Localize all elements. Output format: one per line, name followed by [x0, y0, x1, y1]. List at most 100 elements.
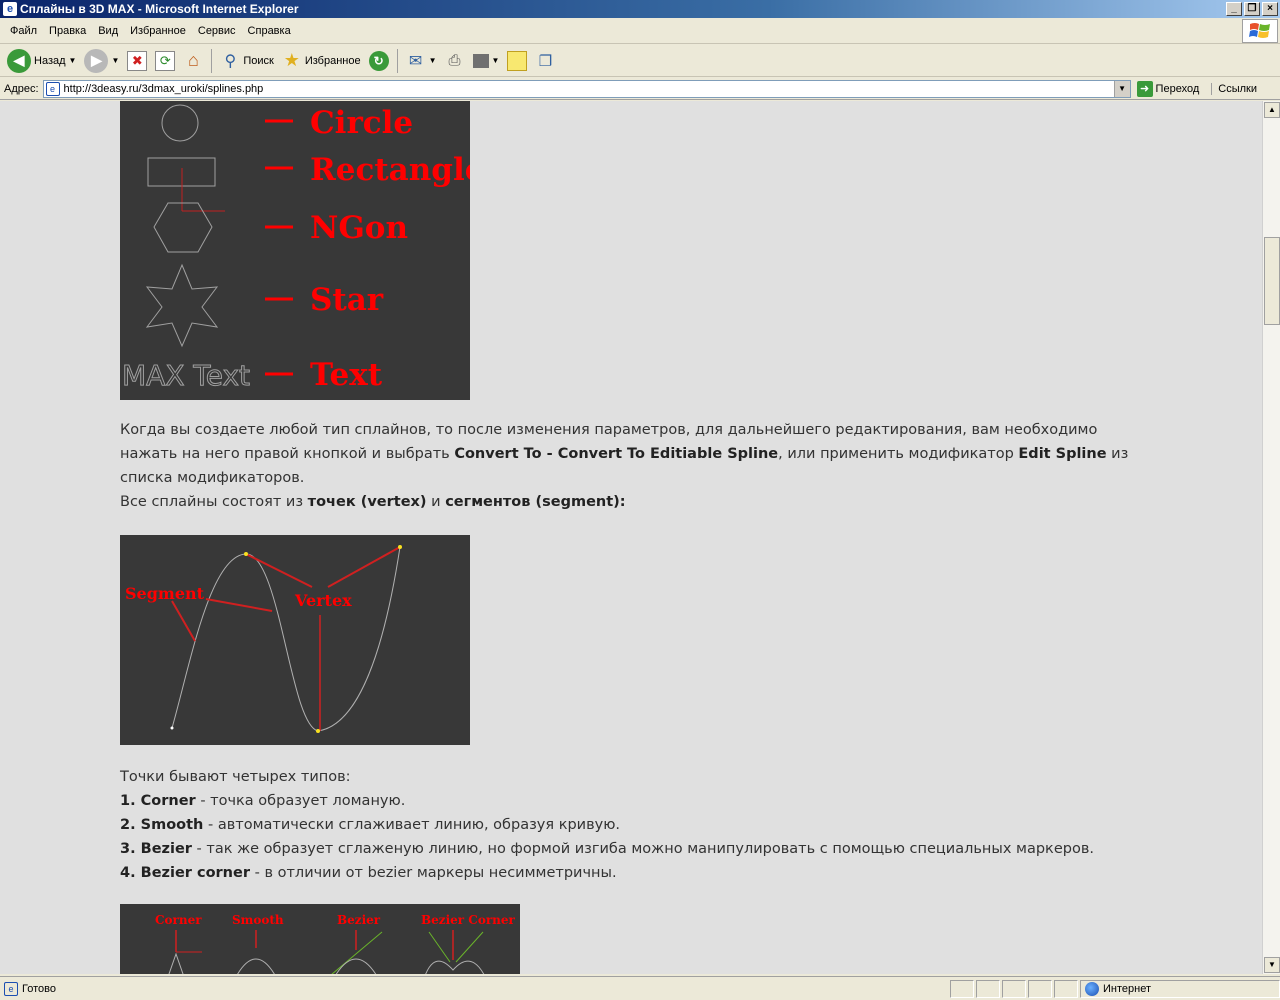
vertex-segment-figure: Segment Vertex — [120, 535, 470, 745]
menu-help[interactable]: Справка — [242, 25, 297, 37]
label-ngon: NGon — [310, 210, 408, 246]
forward-button[interactable]: ▶ ▼ — [81, 47, 122, 75]
window-controls: _ ❐ × — [1226, 2, 1278, 16]
label-circle: Circle — [310, 105, 413, 141]
back-arrow-icon: ◀ — [7, 48, 31, 73]
home-icon: ⌂ — [187, 50, 199, 70]
type-desc: - так же образует сглаженую линию, но фо… — [191, 841, 1094, 857]
menu-edit[interactable]: Правка — [43, 25, 92, 37]
label-star: Star — [310, 282, 384, 318]
menu-bar: Файл Правка Вид Избранное Сервис Справка — [0, 18, 1280, 44]
window-title: Сплайны в 3D MAX - Microsoft Internet Ex… — [20, 2, 299, 16]
vertex-types-figure: Corner Smooth Bezier Bezier Corner — [120, 904, 520, 974]
globe-icon — [1085, 981, 1099, 996]
favorites-button[interactable]: ★ Избранное — [279, 47, 364, 75]
type-desc: - точка образует ломаную. — [195, 793, 406, 809]
type-name: 2. Smooth — [120, 817, 204, 833]
history-icon: ↻ — [368, 50, 389, 71]
page-icon: e — [4, 981, 18, 996]
menu-file[interactable]: Файл — [4, 25, 43, 37]
go-arrow-icon: ➜ — [1136, 80, 1153, 97]
status-text: Готово — [22, 982, 56, 995]
address-label: Адрес: — [4, 82, 39, 95]
label-rectangle: Rectangle — [310, 152, 470, 188]
history-button[interactable]: ↻ — [366, 47, 392, 75]
close-button[interactable]: × — [1262, 2, 1278, 16]
discuss-button[interactable] — [504, 47, 530, 75]
text-fragment: и — [426, 494, 446, 510]
menu-tools[interactable]: Сервис — [192, 25, 242, 37]
toolbar: ◀ Назад ▼ ▶ ▼ ✖ ⟳ ⌂ ⚲ Поиск ★ Избранное … — [0, 45, 1280, 77]
title-bar: e Сплайны в 3D MAX - Microsoft Internet … — [0, 0, 1280, 18]
max-text-sample: MAX Text — [122, 359, 250, 392]
status-bar: e Готово Интернет — [0, 976, 1280, 1000]
vertex-types-intro: Точки бывают четырех типов: — [120, 769, 351, 785]
research-button[interactable]: ❐ — [532, 47, 558, 75]
refresh-icon: ⟳ — [155, 50, 176, 71]
type-name: 1. Corner — [120, 793, 196, 809]
back-button[interactable]: ◀ Назад ▼ — [4, 47, 79, 75]
toolbar-separator — [396, 48, 398, 73]
go-label: Переход — [1155, 82, 1200, 95]
search-button[interactable]: ⚲ Поиск — [217, 47, 276, 75]
text-fragment: , или применить модификатор — [778, 446, 1019, 462]
status-cell — [1002, 979, 1026, 998]
home-button[interactable]: ⌂ — [180, 47, 206, 75]
scroll-up-icon[interactable]: ▲ — [1264, 102, 1280, 118]
maximize-button[interactable]: ❐ — [1244, 2, 1260, 16]
scroll-down-icon[interactable]: ▼ — [1264, 957, 1280, 973]
status-cell — [1054, 979, 1078, 998]
vertex-type-bezier-corner: 4. Bezier corner - в отличии от bezier м… — [120, 861, 1130, 885]
back-label: Назад — [34, 54, 66, 67]
corner-label: Corner — [155, 913, 202, 927]
address-dropdown-icon[interactable]: ▼ — [1113, 80, 1130, 97]
stop-button[interactable]: ✖ — [124, 47, 150, 75]
edit-icon — [472, 53, 489, 68]
windows-logo-icon — [1242, 19, 1278, 43]
dropdown-arrow-icon[interactable]: ▼ — [492, 56, 500, 65]
dropdown-arrow-icon[interactable]: ▼ — [69, 56, 77, 65]
address-input[interactable] — [63, 82, 1114, 95]
minimize-button[interactable]: _ — [1226, 2, 1242, 16]
edit-spline-emphasis: Edit Spline — [1018, 446, 1107, 462]
segment-emphasis: сегментов (segment): — [445, 494, 626, 510]
vertical-scrollbar[interactable]: ▲ ▼ — [1262, 101, 1280, 974]
type-name: 3. Bezier — [120, 841, 192, 857]
vertex-types-drawing: Corner Smooth Bezier Bezier Corner — [155, 913, 516, 974]
mail-button[interactable]: ✉ ▼ — [403, 47, 440, 75]
scroll-thumb[interactable] — [1264, 237, 1280, 325]
dropdown-arrow-icon[interactable]: ▼ — [429, 56, 437, 65]
menu-view[interactable]: Вид — [92, 25, 124, 37]
dropdown-arrow-icon[interactable]: ▼ — [111, 56, 119, 65]
address-field[interactable]: e ▼ — [42, 79, 1131, 98]
go-button[interactable]: ➜ Переход — [1136, 80, 1200, 97]
status-cell — [950, 979, 974, 998]
note-icon — [507, 50, 528, 71]
stop-icon: ✖ — [127, 50, 148, 71]
page-viewport: MAX Text Circle Rectangle NGon Star Text… — [0, 101, 1262, 974]
bezier-corner-label: Bezier Corner — [421, 913, 516, 927]
status-cell — [976, 979, 1000, 998]
text-fragment: Все сплайны состоят из — [120, 494, 308, 510]
vertex-type-corner: 1. Corner - точка образует ломаную. — [120, 789, 1130, 813]
segment-label: Segment — [125, 584, 205, 603]
refresh-button[interactable]: ⟳ — [152, 47, 178, 75]
search-label: Поиск — [243, 54, 274, 67]
printer-icon: ⎙ — [448, 52, 461, 69]
menu-favorites[interactable]: Избранное — [124, 25, 192, 37]
vertex-emphasis: точек (vertex) — [307, 494, 427, 510]
edit-button[interactable]: ▼ — [470, 47, 503, 75]
toolbar-separator — [211, 48, 213, 73]
vertex-segment-drawing: Segment Vertex — [125, 545, 402, 733]
research-icon: ❐ — [538, 52, 553, 70]
zone-label: Интернет — [1103, 982, 1151, 995]
type-name: 4. Bezier corner — [120, 865, 250, 881]
type-desc: - в отличии от bezier маркеры несимметри… — [250, 865, 617, 881]
status-area: e Готово — [0, 981, 950, 996]
links-button[interactable]: Ссылки — [1211, 82, 1257, 95]
print-button[interactable]: ⎙ — [442, 47, 468, 75]
status-cell — [1028, 979, 1052, 998]
page-icon: e — [45, 81, 60, 96]
vertex-type-smooth: 2. Smooth - автоматически сглаживает лин… — [120, 813, 1130, 837]
ie-app-icon: e — [3, 2, 17, 16]
